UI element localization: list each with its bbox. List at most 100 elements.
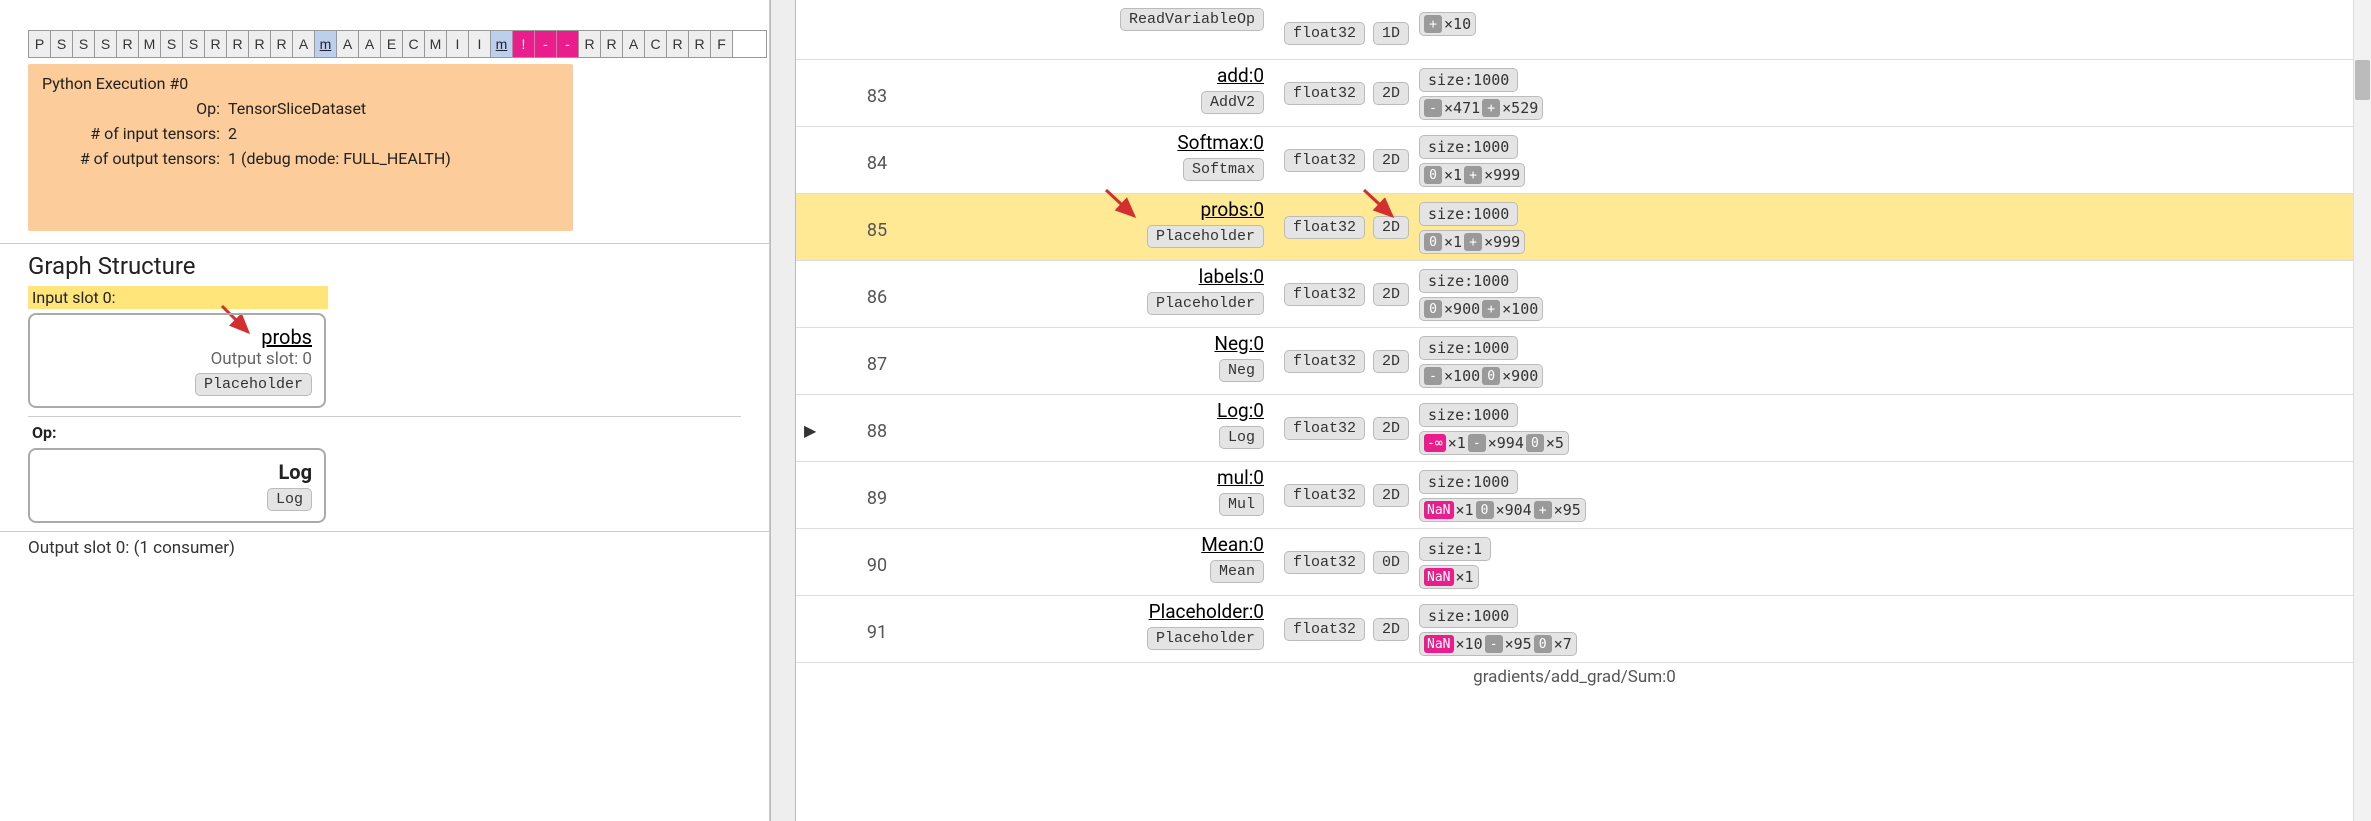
expand-toggle[interactable] [804,131,832,153]
tensor-name-link[interactable]: add:0 [1217,64,1264,87]
probs-node-link[interactable]: probs [261,325,312,349]
tensor-row[interactable]: 86labels:0Placeholderfloat322Dsize:10000… [796,261,2353,328]
timeline-cell[interactable]: S [73,31,95,57]
timeline-cell[interactable]: R [249,31,271,57]
timeline-cell[interactable]: R [579,31,601,57]
count-tag: 0 [1424,233,1442,251]
timeline-cell[interactable]: I [447,31,469,57]
expand-toggle[interactable] [804,198,832,220]
expand-toggle[interactable] [804,4,832,26]
tensor-name-link[interactable]: Mean:0 [1201,533,1264,556]
size-chip: size:1000 [1419,403,1518,427]
tensor-name-cell: Placeholder:0 Placeholder [922,600,1274,650]
timeline-cell[interactable]: m [315,31,337,57]
timeline-cell[interactable]: A [337,31,359,57]
timeline-cell[interactable]: P [29,31,51,57]
timeline-cell[interactable]: - [557,31,579,57]
probs-op-chip[interactable]: Placeholder [195,373,312,396]
tensor-row[interactable]: 90Mean:0Meanfloat320Dsize:1NaN×1 [796,529,2353,596]
expand-toggle[interactable] [804,64,832,86]
timeline-cell[interactable]: R [205,31,227,57]
dimension-chip: 0D [1373,551,1409,574]
timeline-cell[interactable]: R [271,31,293,57]
timeline-cell[interactable]: S [51,31,73,57]
value-distribution-chip: -×471 +×529 [1419,96,1543,120]
tensor-name-link[interactable]: probs:0 [1200,198,1264,221]
row-number [832,4,922,26]
tensor-row[interactable]: 83add:0AddV2float322Dsize:1000-×471 +×52… [796,60,2353,127]
timeline-cell[interactable]: R [227,31,249,57]
timeline-cell[interactable]: R [689,31,711,57]
timeline-cell[interactable]: m [491,31,513,57]
tensor-name-link[interactable]: Neg:0 [1214,332,1264,355]
tensor-name-link[interactable]: labels:0 [1199,265,1264,288]
row-number: 87 [832,332,922,375]
tensor-row[interactable]: 85probs:0Placeholderfloat322Dsize:10000×… [796,194,2353,261]
tensor-row[interactable]: ▶88Log:0Logfloat322Dsize:1000-∞×1 -×994 … [796,395,2353,462]
timeline-cell[interactable]: I [469,31,491,57]
timeline-cell[interactable]: ! [513,31,535,57]
timeline-cell[interactable]: M [425,31,447,57]
timeline-cell[interactable]: - [535,31,557,57]
input-node-box[interactable]: probs Output slot: 0 Placeholder [28,313,326,408]
timeline-cell[interactable]: F [711,31,733,57]
tensor-name-link[interactable]: Softmax:0 [1177,131,1264,154]
op-type-chip[interactable]: Neg [1219,359,1264,382]
op-node-box[interactable]: Log Log [28,448,326,523]
expand-toggle[interactable] [804,533,832,555]
tensor-name-link[interactable]: Placeholder:0 [1149,600,1264,623]
tensor-name-link[interactable]: Log:0 [1217,399,1264,422]
expand-toggle[interactable] [804,466,832,488]
tensor-name-cell: mul:0 Mul [922,466,1274,516]
vertical-scrollbar[interactable] [2353,0,2371,821]
dimension-chip: 2D [1373,149,1409,172]
timeline-cell[interactable]: R [667,31,689,57]
op-type-chip[interactable]: Placeholder [1147,292,1264,315]
dtype-chip: float32 [1284,350,1365,373]
op-type-chip[interactable]: Placeholder [1147,225,1264,248]
op-type-chip[interactable]: Softmax [1183,158,1264,181]
op-type-chip[interactable]: ReadVariableOp [1120,8,1264,31]
tensor-row[interactable]: 87Neg:0Negfloat322Dsize:1000-×100 0×900 [796,328,2353,395]
tensor-row[interactable]: 84Softmax:0Softmaxfloat322Dsize:10000×1 … [796,127,2353,194]
timeline-cell[interactable]: C [403,31,425,57]
tensor-name-cell: probs:0 Placeholder [922,198,1274,248]
tensor-row[interactable]: ReadVariableOpfloat321D+×10 [796,0,2353,60]
expand-toggle[interactable]: ▶ [804,399,832,440]
tensor-name-cell: Log:0 Log [922,399,1274,449]
dimension-chip: 2D [1373,283,1409,306]
timeline-cell[interactable]: A [293,31,315,57]
timeline-cell[interactable]: E [381,31,403,57]
timeline-cell[interactable]: R [117,31,139,57]
detail-row: # of output tensors:1 (debug mode: FULL_… [42,147,559,172]
op-type-chip[interactable]: Placeholder [1147,627,1264,650]
timeline-cell[interactable]: S [161,31,183,57]
tensor-name-cell: ReadVariableOp [922,4,1274,31]
panel-divider[interactable] [770,0,796,821]
scrollbar-thumb[interactable] [2355,60,2370,100]
timeline-cell[interactable]: S [183,31,205,57]
timeline-cell[interactable]: A [359,31,381,57]
op-type-chip[interactable]: Mul [1219,493,1264,516]
expand-toggle[interactable] [804,332,832,354]
op-chip[interactable]: Log [267,488,312,511]
tensor-row[interactable]: 89mul:0Mulfloat322Dsize:1000NaN×1 0×904 … [796,462,2353,529]
expand-toggle[interactable] [804,600,832,622]
tensor-name-link[interactable]: mul:0 [1217,466,1264,489]
timeline-cell[interactable]: C [645,31,667,57]
timeline-cell[interactable]: M [139,31,161,57]
count-tag: + [1464,166,1482,184]
timeline-cell[interactable]: A [623,31,645,57]
timeline-cell[interactable]: S [95,31,117,57]
count-tag: NaN [1424,568,1453,586]
timeline-cell[interactable]: R [601,31,623,57]
count-value: ×95 [1505,635,1532,653]
count-value: ×999 [1484,233,1520,251]
value-distribution-chip: 0×900 +×100 [1419,297,1543,321]
op-type-chip[interactable]: Log [1219,426,1264,449]
tensor-row[interactable]: 91Placeholder:0Placeholderfloat322Dsize:… [796,596,2353,663]
op-type-chip[interactable]: AddV2 [1201,91,1264,114]
expand-toggle[interactable] [804,265,832,287]
op-type-chip[interactable]: Mean [1210,560,1264,583]
count-tag: NaN [1424,501,1453,519]
